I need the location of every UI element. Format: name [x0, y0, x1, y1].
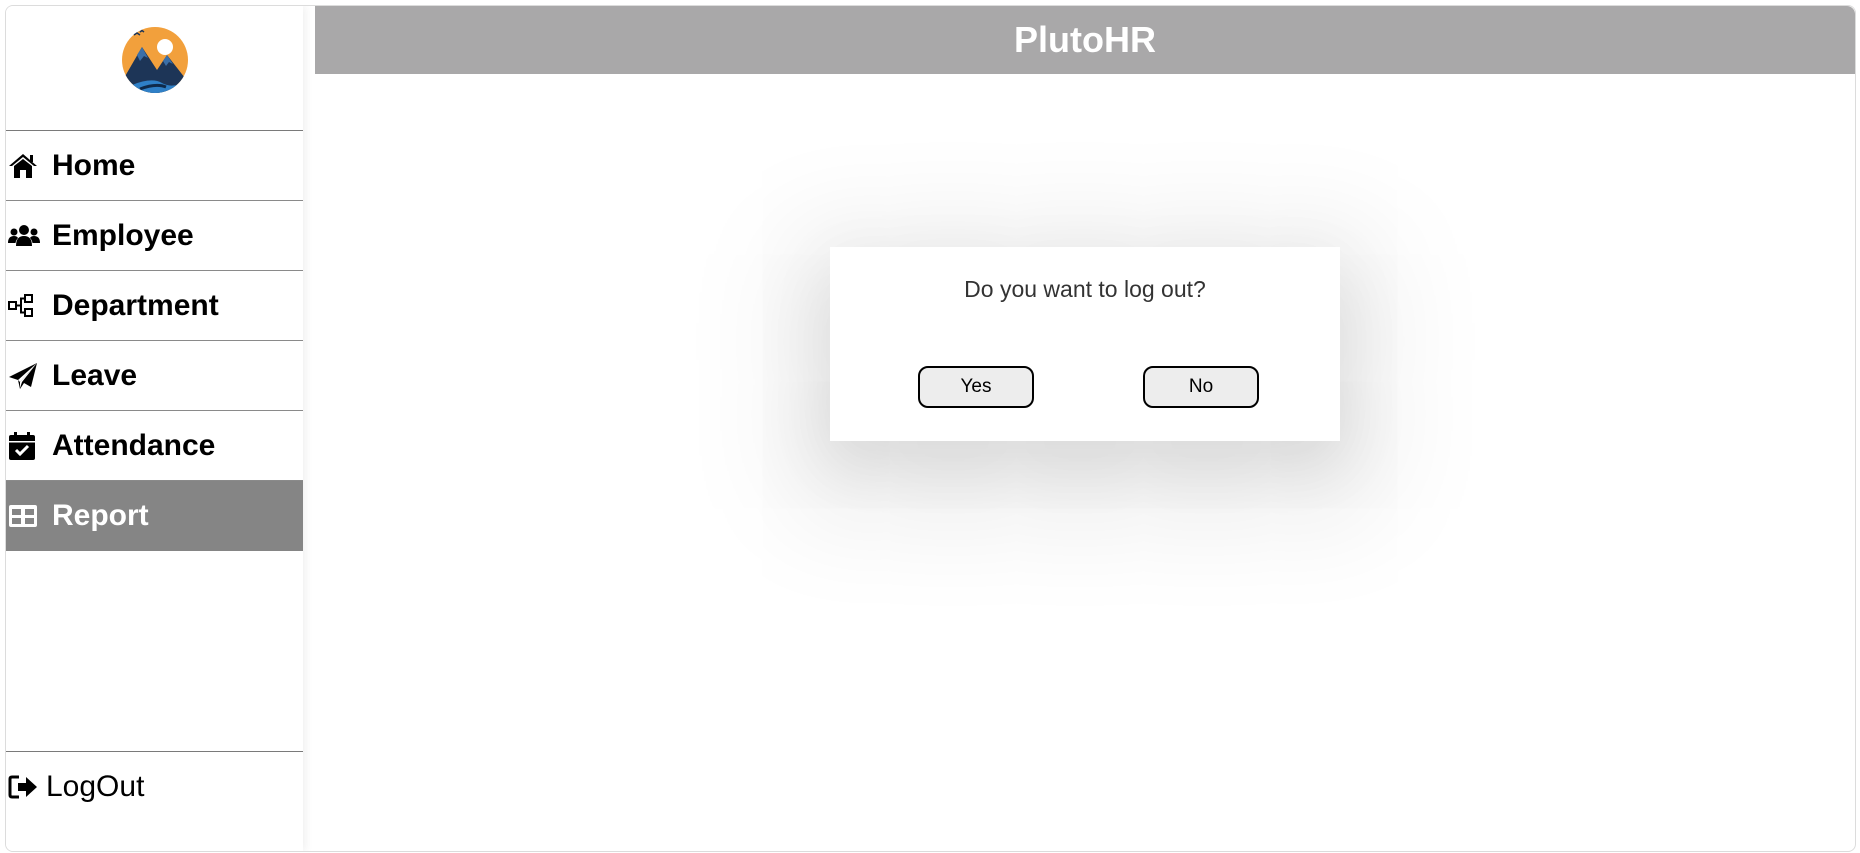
logout-confirm-dialog: Do you want to log out? Yes No: [830, 247, 1340, 441]
sidebar: Home Employee Department Leave Attendanc…: [6, 6, 303, 851]
users-icon: [6, 221, 52, 251]
logout-label: LogOut: [46, 769, 145, 803]
yes-button[interactable]: Yes: [918, 366, 1034, 408]
sidebar-item-label: Leave: [52, 358, 138, 392]
no-button[interactable]: No: [1143, 366, 1259, 408]
logout-button[interactable]: LogOut: [6, 751, 303, 821]
hierarchy-icon: [6, 291, 52, 321]
sidebar-item-attendance[interactable]: Attendance: [6, 411, 303, 481]
dialog-question: Do you want to log out?: [964, 276, 1206, 302]
sidebar-item-department[interactable]: Department: [6, 271, 303, 341]
sidebar-item-label: Employee: [52, 218, 194, 252]
sidebar-item-employee[interactable]: Employee: [6, 201, 303, 271]
app-window: Home Employee Department Leave Attendanc…: [5, 5, 1856, 852]
sidebar-item-home[interactable]: Home: [6, 131, 303, 201]
sidebar-item-label: Attendance: [52, 428, 216, 462]
sign-out-icon: [6, 772, 46, 802]
calendar-check-icon: [6, 431, 52, 461]
home-icon: [6, 151, 52, 181]
page-title: PlutoHR: [1014, 19, 1156, 60]
table-icon: [6, 501, 52, 531]
sidebar-item-label: Home: [52, 148, 136, 182]
mountain-logo-icon[interactable]: [121, 25, 188, 96]
sidebar-item-label: Report: [52, 499, 149, 532]
logo-area: [6, 6, 303, 131]
app-header: PlutoHR: [315, 6, 1855, 74]
paper-plane-icon: [6, 361, 52, 391]
sidebar-item-leave[interactable]: Leave: [6, 341, 303, 411]
sidebar-item-report[interactable]: Report: [6, 481, 303, 551]
sidebar-item-label: Department: [52, 288, 219, 322]
